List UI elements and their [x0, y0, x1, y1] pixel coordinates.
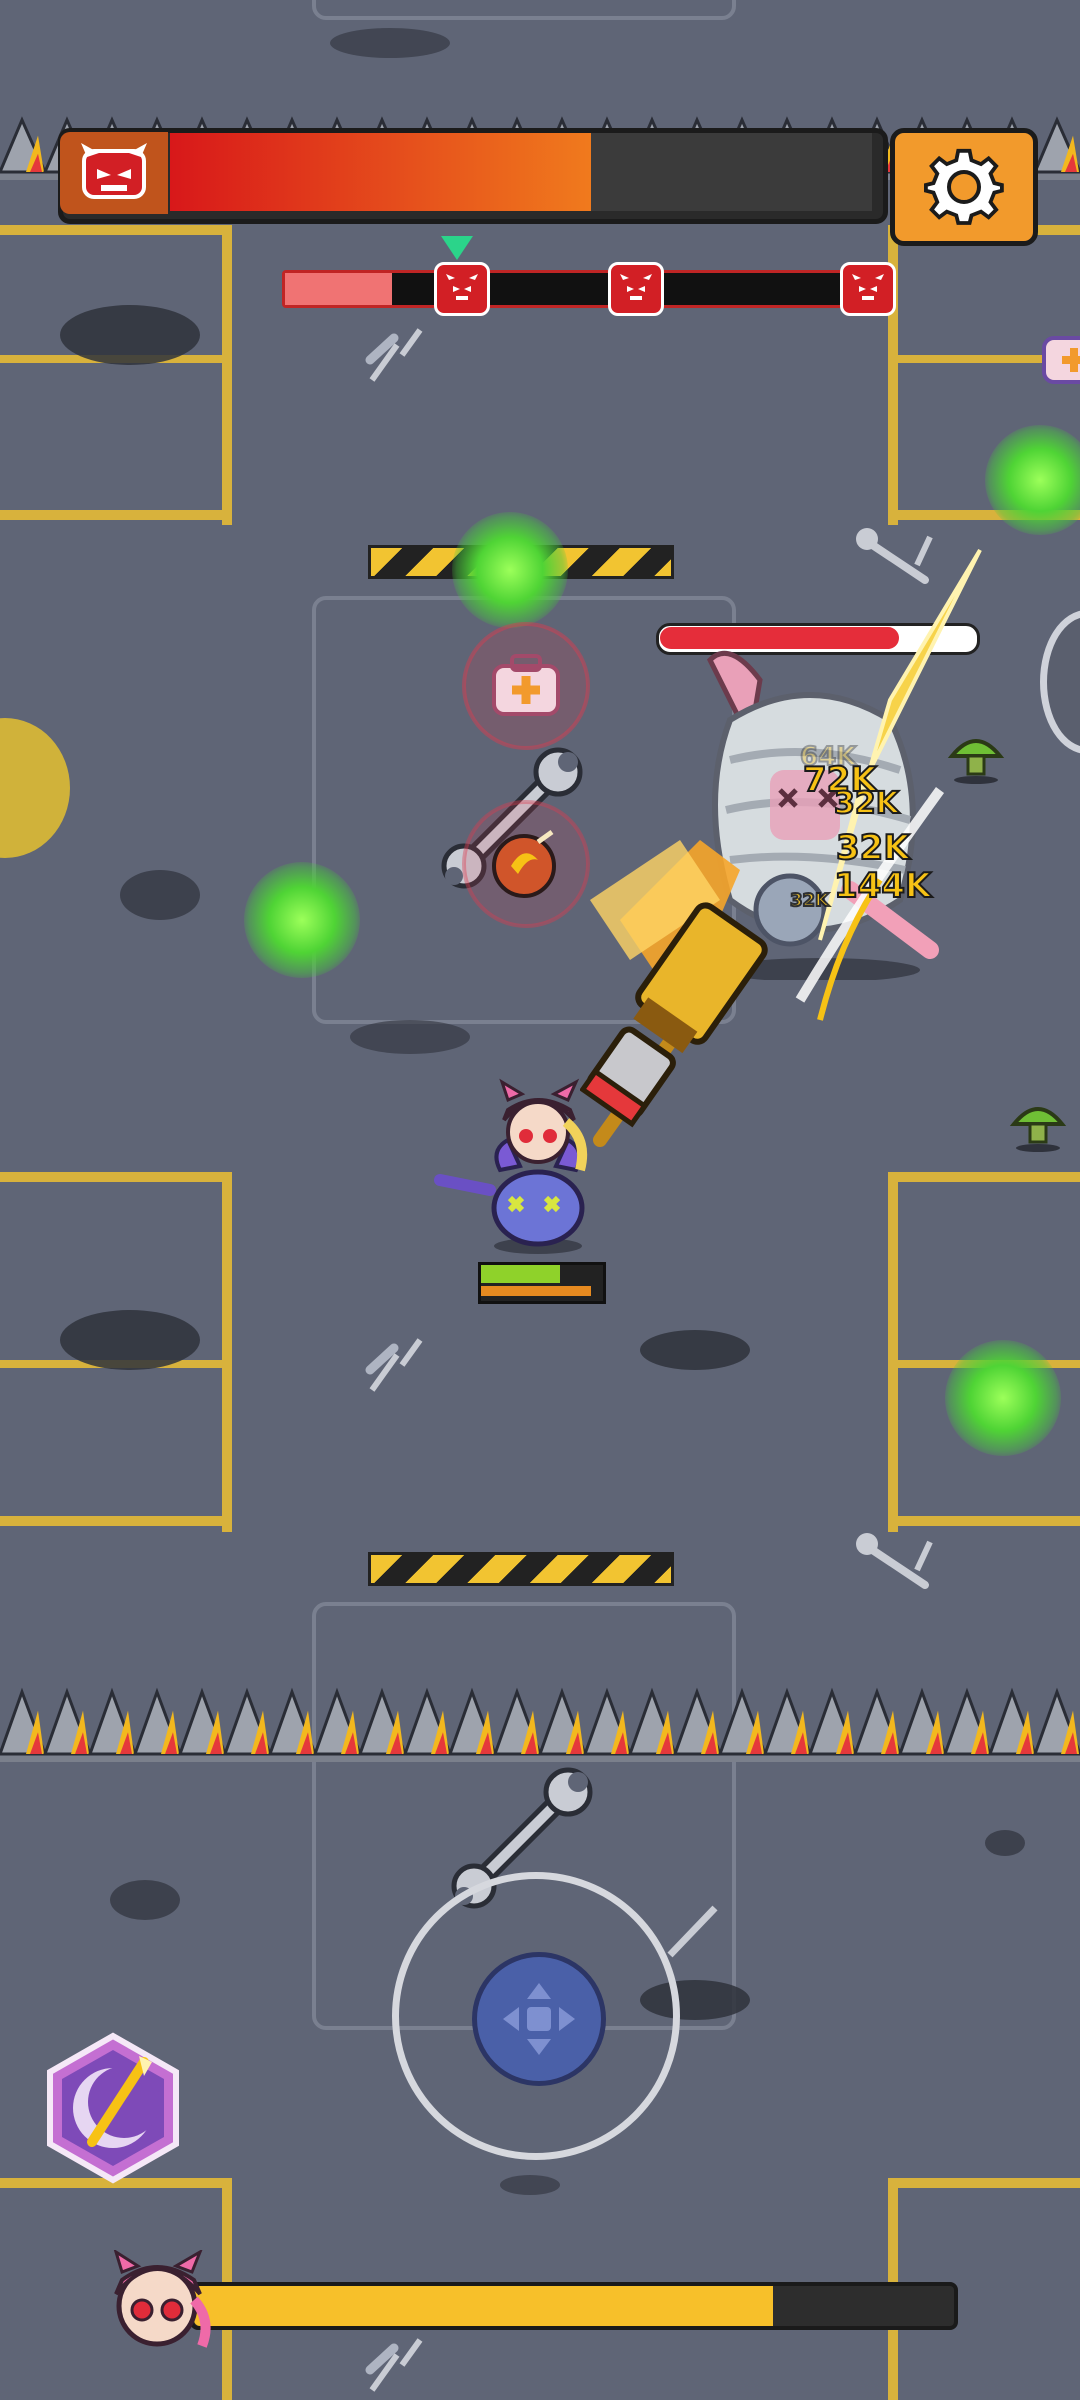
wave-boss-marker-icon: [434, 262, 490, 316]
offscreen-enemy-indicator: [1040, 610, 1080, 754]
player-avatar: [113, 2250, 211, 2348]
wave-progress-marker-icon: [441, 236, 473, 260]
mushroom-enemy: [1009, 1107, 1067, 1152]
screw-icon: [365, 2338, 423, 2392]
spike-wall-bottom: [0, 1687, 1080, 1762]
screw-icon: [365, 1338, 423, 1392]
wave-progress-fill: [285, 273, 392, 305]
experience-fill: [194, 2286, 773, 2326]
wave-boss-marker-icon: [840, 262, 896, 316]
green-energy-orb: [452, 512, 568, 628]
damage-number: 32K: [835, 827, 911, 869]
screw-icon: [667, 1905, 718, 1958]
boss-health-fill: [170, 133, 591, 211]
green-energy-orb: [945, 1340, 1061, 1456]
green-energy-orb: [244, 862, 360, 978]
settings-button[interactable]: [890, 128, 1038, 246]
joystick-knob[interactable]: [472, 1952, 606, 2086]
game-scene: 64K 72K 32K 32K 144K 32K: [0, 0, 1080, 2400]
health-kit-pickup-icon: [1042, 336, 1080, 384]
wave-boss-marker-icon: [608, 262, 664, 316]
screw-icon: [365, 328, 423, 382]
damage-number: 144K: [833, 865, 932, 907]
move-arrows-icon: [503, 1983, 575, 2055]
player-energy-fill: [481, 1286, 591, 1296]
gear-icon: [924, 148, 1004, 225]
offscreen-enemy-indicator: [0, 718, 70, 858]
demon-skull-icon: [60, 132, 168, 214]
damage-number: 32K: [789, 889, 830, 912]
player-health-fill: [481, 1265, 560, 1283]
damage-number: 32K: [833, 785, 900, 822]
skill-button[interactable]: [44, 2032, 182, 2184]
wrench-icon: [856, 1533, 933, 1589]
player-character: [434, 1078, 588, 1254]
